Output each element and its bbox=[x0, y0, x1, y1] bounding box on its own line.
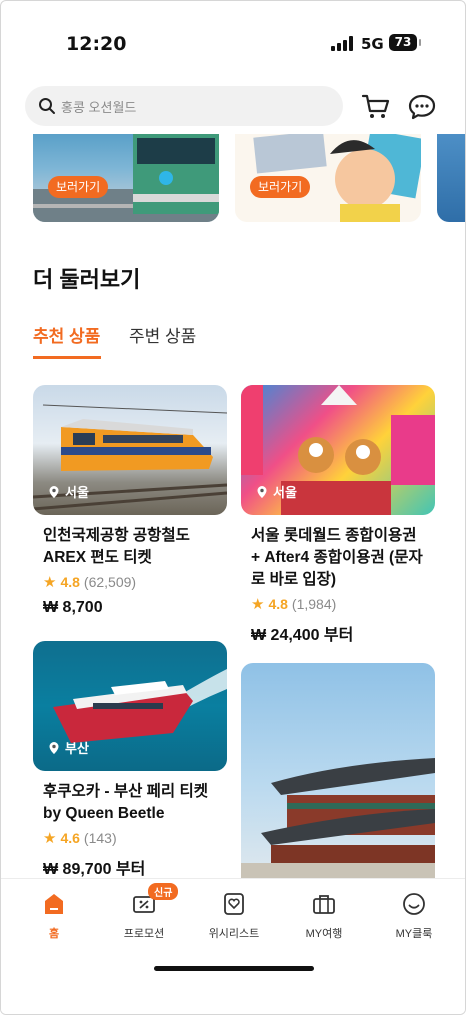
location-label: 서울 bbox=[273, 485, 297, 500]
product-price: ₩ 89,700 부터 bbox=[43, 861, 146, 878]
product-price: ₩ 8,700 bbox=[43, 599, 103, 616]
nav-item-promotion[interactable]: 신규 프로모션 bbox=[104, 883, 184, 941]
home-icon bbox=[45, 894, 63, 914]
product-card[interactable]: 서울 인천국제공항 공항철도 AREX 편도 티켓 ★ 4.8 (62,509)… bbox=[33, 385, 227, 617]
promo-banner[interactable] bbox=[437, 134, 465, 222]
location-tag: 부산 bbox=[47, 738, 89, 757]
nav-item-my-klook[interactable]: MY클룩 bbox=[374, 891, 454, 941]
review-count: (62,509) bbox=[83, 574, 137, 590]
smile-icon bbox=[403, 893, 425, 915]
section-title: 더 둘러보기 bbox=[33, 267, 141, 292]
location-label: 서울 bbox=[65, 485, 89, 500]
nav-label: 홈 bbox=[48, 928, 60, 940]
rating-value: 4.8 bbox=[60, 574, 80, 590]
star-icon: ★ bbox=[43, 574, 57, 591]
rating-value: 4.6 bbox=[60, 830, 80, 846]
nav-label: 위시리스트 bbox=[208, 928, 260, 940]
status-time: 12:20 bbox=[66, 33, 127, 55]
status-bar: 12:20 5G 73 bbox=[1, 27, 465, 61]
tab-recommended[interactable]: 추천 상품 bbox=[33, 322, 100, 347]
product-rating: ★ 4.8 (62,509) bbox=[33, 573, 227, 591]
product-card[interactable]: 부산 후쿠오카 - 부산 페리 티켓 by Queen Beetle ★ 4.6… bbox=[33, 641, 227, 879]
battery-icon: 73 bbox=[389, 34, 421, 51]
review-count: (1,984) bbox=[291, 596, 337, 612]
product-title: 서울 롯데월드 종합이용권 + After4 종합이용권 (문자로 바로 입장) bbox=[251, 527, 423, 588]
nav-label: 프로모션 bbox=[123, 928, 165, 940]
location-label: 부산 bbox=[65, 741, 89, 756]
rating-value: 4.8 bbox=[268, 596, 288, 612]
see-more-button[interactable]: 보러가기 bbox=[250, 176, 311, 198]
product-price: ₩ 24,400 부터 bbox=[251, 627, 354, 644]
product-title: 후쿠오카 - 부산 페리 티켓 by Queen Beetle bbox=[43, 783, 208, 822]
star-icon: ★ bbox=[251, 596, 265, 613]
product-rating: ★ 4.8 (1,984) bbox=[241, 595, 435, 613]
search-placeholder: 홍콩 오션월드 bbox=[61, 100, 137, 115]
nav-item-my-trip[interactable]: MY여행 bbox=[284, 891, 364, 941]
product-image: 서울 bbox=[33, 385, 227, 515]
cart-icon[interactable] bbox=[361, 93, 391, 121]
nav-item-wishlist[interactable]: 위시리스트 bbox=[194, 891, 274, 941]
pin-icon bbox=[49, 741, 59, 754]
promo-banner[interactable]: 보러가기 bbox=[33, 134, 219, 222]
product-image: 부산 bbox=[33, 641, 227, 771]
suitcase-icon bbox=[313, 895, 335, 914]
nav-item-home[interactable]: 홈 bbox=[14, 891, 94, 941]
promo-banner[interactable]: 보러가기 bbox=[235, 134, 421, 222]
star-icon: ★ bbox=[43, 830, 57, 847]
review-count: (143) bbox=[83, 830, 117, 846]
signal-icon bbox=[331, 36, 355, 51]
chat-icon[interactable] bbox=[407, 93, 437, 121]
product-rating: ★ 4.6 (143) bbox=[33, 829, 227, 847]
product-card[interactable]: 서울 서울 롯데월드 종합이용권 + After4 종합이용권 (문자로 바로 … bbox=[241, 385, 435, 645]
see-more-button[interactable]: 보러가기 bbox=[48, 176, 109, 198]
search-input[interactable]: 홍콩 오션월드 bbox=[25, 86, 343, 126]
home-indicator bbox=[154, 966, 314, 971]
wishlist-icon bbox=[224, 893, 244, 915]
search-icon bbox=[39, 98, 55, 114]
product-image: 서울 bbox=[241, 385, 435, 515]
product-image bbox=[241, 663, 435, 878]
bottom-nav: 홈 신규 프로모션 위시리스트 MY여행 MY클룩 bbox=[1, 878, 465, 1014]
tab-nearby[interactable]: 주변 상품 bbox=[129, 322, 196, 347]
nav-label: MY여행 bbox=[305, 928, 343, 940]
location-tag: 서울 bbox=[255, 482, 297, 501]
pin-icon bbox=[257, 485, 267, 498]
network-type: 5G bbox=[361, 35, 384, 53]
app-screen: 12:20 5G 73 홍콩 오션월드 보러가기 보러가기 더 둘러보기 추천 … bbox=[0, 0, 466, 1015]
nav-label: MY클룩 bbox=[395, 928, 433, 940]
new-badge: 신규 bbox=[148, 883, 179, 900]
product-card[interactable] bbox=[241, 663, 435, 878]
pin-icon bbox=[49, 485, 59, 498]
product-title: 인천국제공항 공항철도 AREX 편도 티켓 bbox=[43, 527, 190, 566]
tab-active-indicator bbox=[33, 356, 101, 359]
location-tag: 서울 bbox=[47, 482, 89, 501]
